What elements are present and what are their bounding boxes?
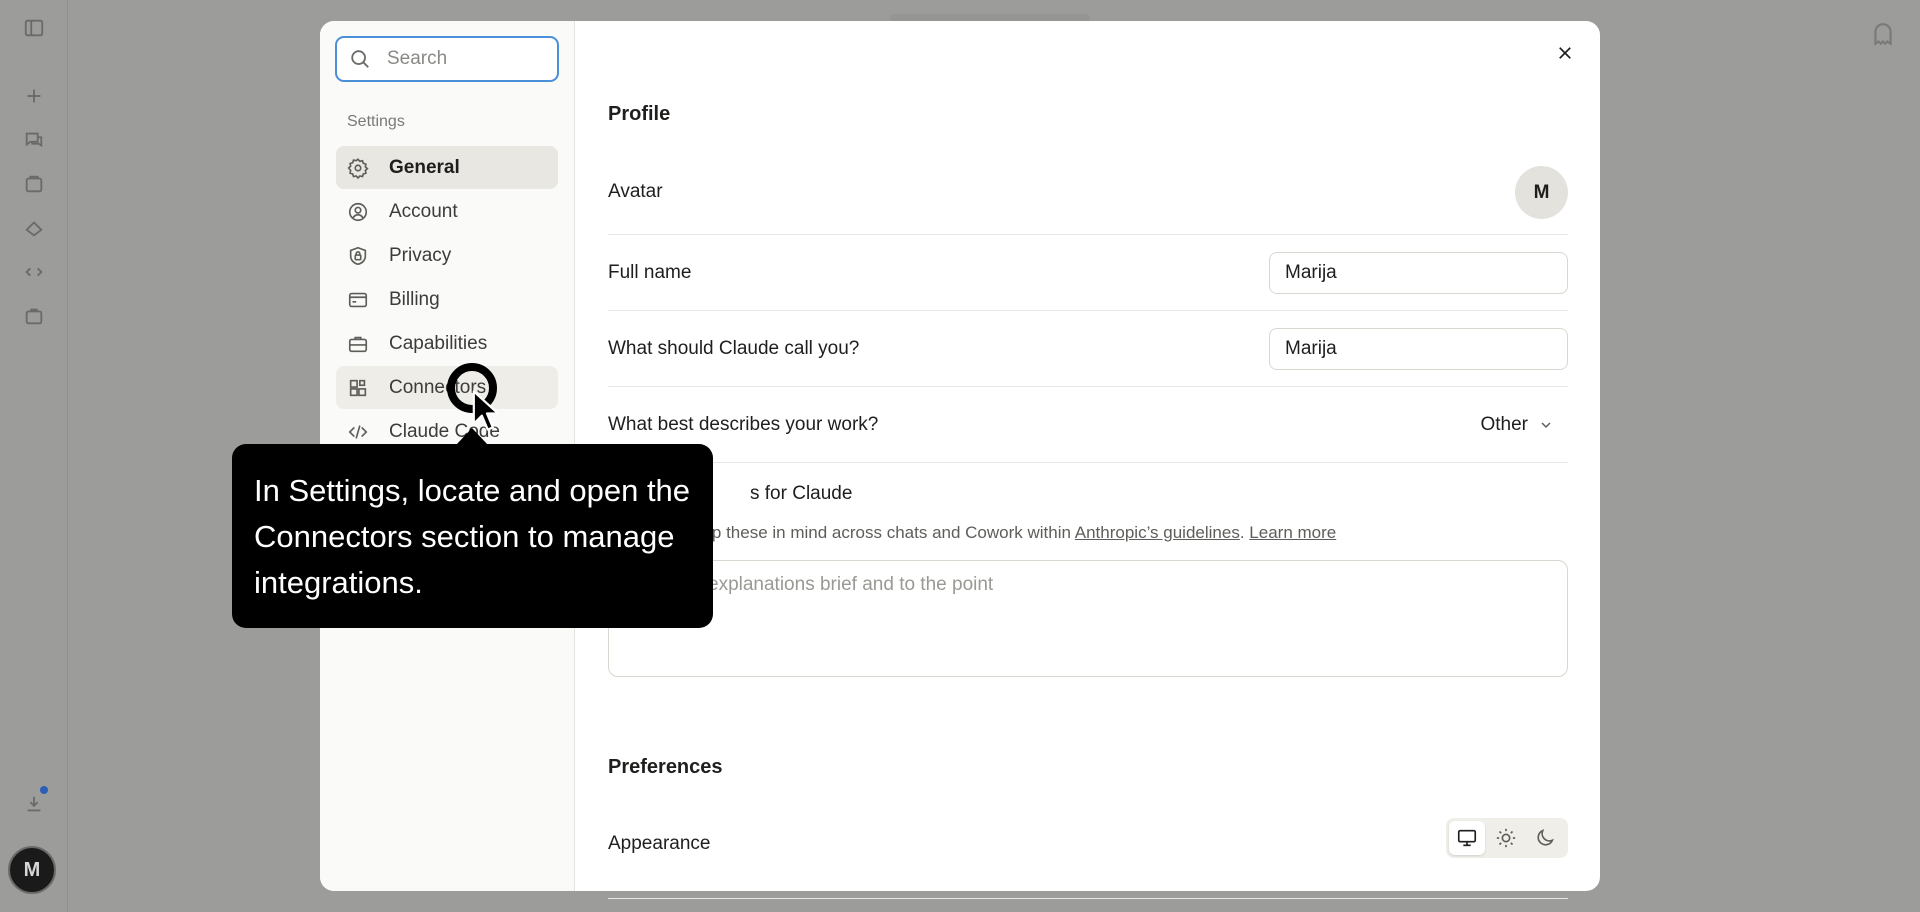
projects-icon[interactable]	[22, 172, 46, 196]
sidebar-item-label: Account	[389, 200, 458, 222]
sidebar-item-billing[interactable]: Billing	[336, 278, 558, 321]
user-circle-icon	[348, 202, 368, 221]
sidebar-toggle-icon[interactable]	[22, 16, 46, 40]
app-rail: M	[0, 0, 68, 912]
sidebar-item-general[interactable]: General	[336, 146, 558, 189]
credit-card-icon	[348, 292, 368, 307]
sidebar-heading: Settings	[347, 113, 405, 130]
artifacts-icon[interactable]	[22, 216, 46, 240]
instruction-tooltip: In Settings, locate and open the Connect…	[232, 444, 713, 628]
sidebar-item-label: Privacy	[389, 244, 452, 266]
sidebar-item-label: General	[389, 156, 460, 178]
briefcase-icon	[348, 336, 368, 352]
sidebar-item-account[interactable]: Account	[336, 190, 558, 233]
sidebar-item-label: Billing	[389, 288, 440, 310]
incognito-icon[interactable]	[1870, 22, 1896, 48]
close-icon	[1559, 47, 1571, 59]
code-icon	[348, 424, 368, 439]
grid-plus-icon	[349, 379, 367, 396]
chats-icon[interactable]	[22, 128, 46, 152]
search-icon	[351, 50, 369, 68]
download-icon[interactable]	[22, 792, 46, 816]
user-avatar[interactable]: M	[8, 846, 56, 894]
profile-title: Profile	[608, 103, 671, 125]
sidebar-item-capabilities[interactable]: Capabilities	[336, 322, 558, 365]
cowork-icon[interactable]	[22, 304, 46, 328]
new-chat-icon[interactable]	[22, 84, 46, 108]
sidebar-item-label: Capabilities	[389, 332, 488, 354]
notification-dot	[40, 786, 48, 794]
search-input[interactable]	[387, 48, 537, 70]
settings-search[interactable]	[335, 36, 559, 82]
sidebar-item-privacy[interactable]: Privacy	[336, 234, 558, 277]
close-button[interactable]	[1548, 36, 1582, 70]
gear-icon	[347, 157, 369, 179]
settings-content	[575, 21, 1600, 891]
code-icon[interactable]	[22, 260, 46, 284]
mouse-cursor-icon	[472, 390, 500, 431]
shield-lock-icon	[349, 246, 367, 265]
